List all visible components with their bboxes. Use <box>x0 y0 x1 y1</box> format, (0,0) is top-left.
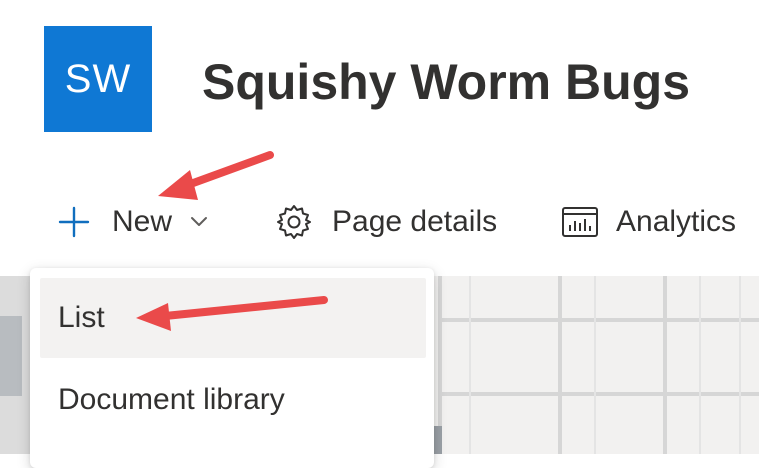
menu-item-list[interactable]: List <box>40 278 426 358</box>
analytics-chart-icon <box>560 202 600 242</box>
new-button-label: New <box>112 205 173 238</box>
analytics-button[interactable]: Analytics <box>560 190 736 254</box>
site-logo[interactable]: SW <box>44 26 152 132</box>
menu-item-document-library-label: Document library <box>58 383 285 416</box>
analytics-label: Analytics <box>616 205 737 238</box>
gear-icon <box>274 202 314 242</box>
chevron-down-icon <box>188 211 210 233</box>
plus-icon <box>56 204 92 240</box>
command-bar: New Page details Analytics <box>0 190 759 254</box>
site-logo-initials: SW <box>64 56 132 101</box>
new-button[interactable]: New <box>56 190 210 254</box>
site-title[interactable]: Squishy Worm Bugs <box>202 52 690 112</box>
menu-item-list-label: List <box>58 301 105 334</box>
page-details-label: Page details <box>332 205 498 238</box>
page-details-button[interactable]: Page details <box>274 190 497 254</box>
menu-item-document-library[interactable]: Document library <box>40 360 426 440</box>
new-dropdown-menu: List Document library <box>30 268 434 468</box>
